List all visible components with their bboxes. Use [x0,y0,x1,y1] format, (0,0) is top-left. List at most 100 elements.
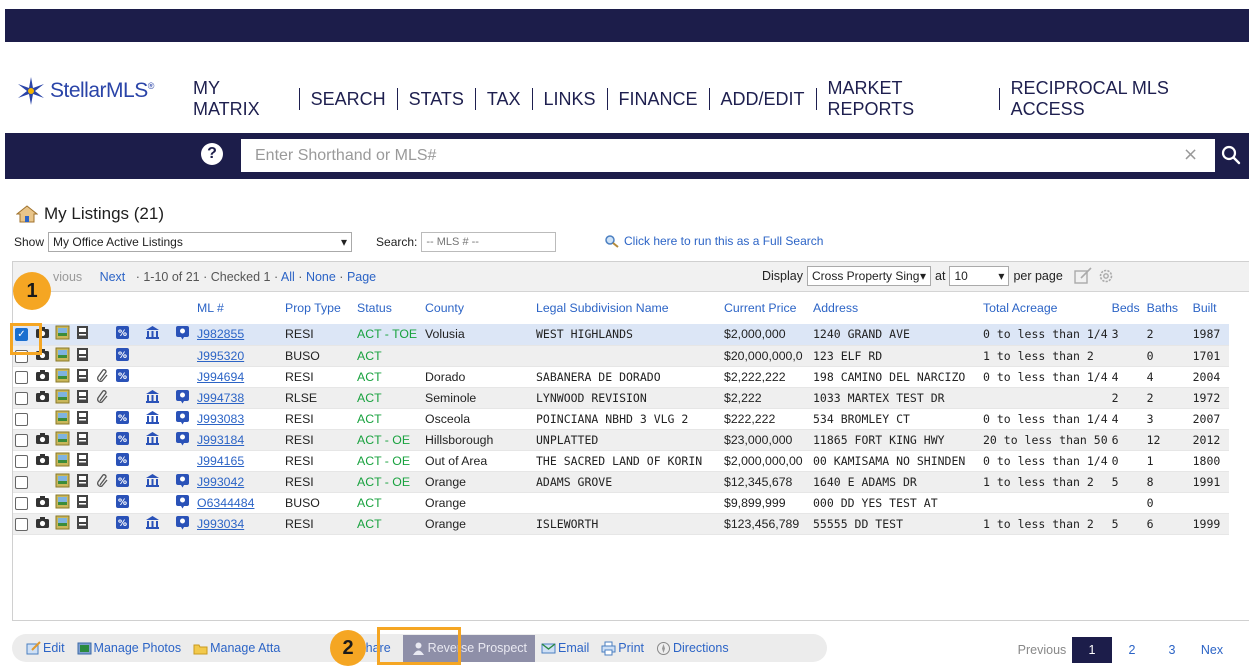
tag-icon[interactable]: % [115,368,130,383]
tag-icon[interactable]: % [115,347,130,362]
nav-reciprocal-mls-access[interactable]: RECIPROCAL MLS ACCESS [1000,78,1249,120]
table-row[interactable]: % O6344484 BUSO ACT Orange $9,899,999 000 DD Y… [13,492,1229,514]
cell-ml-number[interactable]: J993034 [197,517,244,531]
tag-icon[interactable]: % [115,473,130,488]
tag-icon[interactable]: % [115,515,130,530]
nav-my-matrix[interactable]: MY MATRIX [193,78,299,120]
nav-links[interactable]: LINKS [533,89,607,110]
camera-icon[interactable] [35,515,50,530]
cell-ml-number[interactable]: J993184 [197,433,244,447]
tag-icon[interactable]: % [115,410,130,425]
check-all-link[interactable]: All [281,270,295,284]
cell-ml-number[interactable]: J982855 [197,327,244,341]
photo-icon[interactable] [55,325,70,340]
photo-icon[interactable] [55,452,70,467]
table-row[interactable]: % J993184 RESI ACT - OE Hillsborough UNPLATTE… [13,429,1229,451]
photo-icon[interactable] [55,368,70,383]
camera-icon[interactable] [35,389,50,404]
clip-icon[interactable] [95,368,110,383]
manage-attachments-button[interactable]: Manage Atta [193,641,280,656]
pin-icon[interactable] [175,515,190,530]
email-button[interactable]: Email [541,641,589,656]
nav-market-reports[interactable]: MARKET REPORTS [817,78,999,120]
table-row[interactable]: % J993042 RESI ACT - OE Orange ADAMS GROVE $12… [13,471,1229,493]
col-ml-number[interactable]: ML # [195,292,283,324]
clear-icon[interactable]: × [1183,144,1198,165]
shorthand-input[interactable] [241,139,1215,172]
pin-icon[interactable] [175,325,190,340]
cell-ml-number[interactable]: J993042 [197,475,244,489]
cell-ml-number[interactable]: J995320 [197,349,244,363]
photo-icon[interactable] [55,473,70,488]
col-status[interactable]: Status [355,292,423,324]
doc-icon[interactable] [75,368,90,383]
photo-icon[interactable] [55,515,70,530]
pin-icon[interactable] [175,431,190,446]
row-checkbox[interactable] [15,391,28,405]
page-3[interactable]: 3 [1152,643,1192,657]
doc-icon[interactable] [75,431,90,446]
clip-icon[interactable] [95,473,110,488]
bank-icon[interactable] [145,473,160,488]
camera-icon[interactable] [35,368,50,383]
doc-icon[interactable] [75,515,90,530]
doc-icon[interactable] [75,325,90,340]
nav-search[interactable]: SEARCH [300,89,397,110]
next-link[interactable]: Next [100,270,126,284]
col-address[interactable]: Address [811,292,981,324]
pin-icon[interactable] [175,473,190,488]
pin-icon[interactable] [175,494,190,509]
nav-add-edit[interactable]: ADD/EDIT [710,89,816,110]
tag-icon[interactable]: % [115,452,130,467]
col-prop-type[interactable]: Prop Type [283,292,355,324]
photo-icon[interactable] [55,347,70,362]
pagination-previous[interactable]: Previous [1012,643,1072,657]
doc-icon[interactable] [75,473,90,488]
help-icon[interactable]: ? [201,143,223,165]
page-2[interactable]: 2 [1112,643,1152,657]
nav-finance[interactable]: FINANCE [608,89,709,110]
table-row[interactable]: % J993034 RESI ACT Orange ISLEWORTH $123,456,7… [13,513,1229,535]
edit-button[interactable]: Edit [26,640,65,656]
pagination-next[interactable]: Nex [1192,643,1232,657]
col-legal-subdivision[interactable]: Legal Subdivision Name [534,292,722,324]
tag-icon[interactable]: % [115,431,130,446]
col-built[interactable]: Built [1191,292,1229,324]
table-row[interactable]: % J993083 RESI ACT Osceola POINCIANA NBHD 3 V… [13,408,1229,430]
table-row[interactable]: ✓% J982855 RESI ACT - TOE Volusia WEST HIGHLA… [13,324,1229,346]
cell-ml-number[interactable]: J994694 [197,370,244,384]
col-baths[interactable]: Baths [1145,292,1191,324]
bank-icon[interactable] [145,410,160,425]
nav-tax[interactable]: TAX [476,89,532,110]
table-row[interactable]: % J995320 BUSO ACT $20,000,000,0 123 ELF RD 1 … [13,345,1229,367]
row-checkbox[interactable] [15,433,28,447]
bank-icon[interactable] [145,325,160,340]
row-checkbox[interactable] [15,412,28,426]
per-page-select[interactable]: 10 ▾ [949,266,1010,286]
row-checkbox[interactable] [15,370,28,384]
previous-link[interactable]: vious [53,270,82,284]
show-select[interactable]: My Office Active Listings ▾ [48,232,353,252]
bank-icon[interactable] [145,431,160,446]
directions-button[interactable]: Directions [656,641,729,656]
camera-icon[interactable] [35,431,50,446]
print-button[interactable]: Print [601,641,644,656]
doc-icon[interactable] [75,389,90,404]
cell-ml-number[interactable]: O6344484 [197,496,254,510]
gear-icon[interactable] [1097,267,1115,285]
search-icon[interactable] [1219,143,1243,167]
tag-icon[interactable]: % [115,325,130,340]
mls-search-input[interactable] [421,232,557,252]
table-row[interactable]: % J994165 RESI ACT - OE Out of Area THE SACRE… [13,450,1229,472]
pin-icon[interactable] [175,410,190,425]
nav-stats[interactable]: STATS [398,89,475,110]
cell-ml-number[interactable]: J994165 [197,454,244,468]
row-checkbox[interactable] [15,496,28,510]
pin-icon[interactable] [175,389,190,404]
page-1[interactable]: 1 [1072,637,1112,663]
col-total-acreage[interactable]: Total Acreage [981,292,1110,324]
photo-icon[interactable] [55,494,70,509]
photo-icon[interactable] [55,410,70,425]
tag-icon[interactable]: % [115,494,130,509]
table-row[interactable]: J994738 RLSE ACT Seminole LYNWOOD REVISION $2… [13,387,1229,409]
